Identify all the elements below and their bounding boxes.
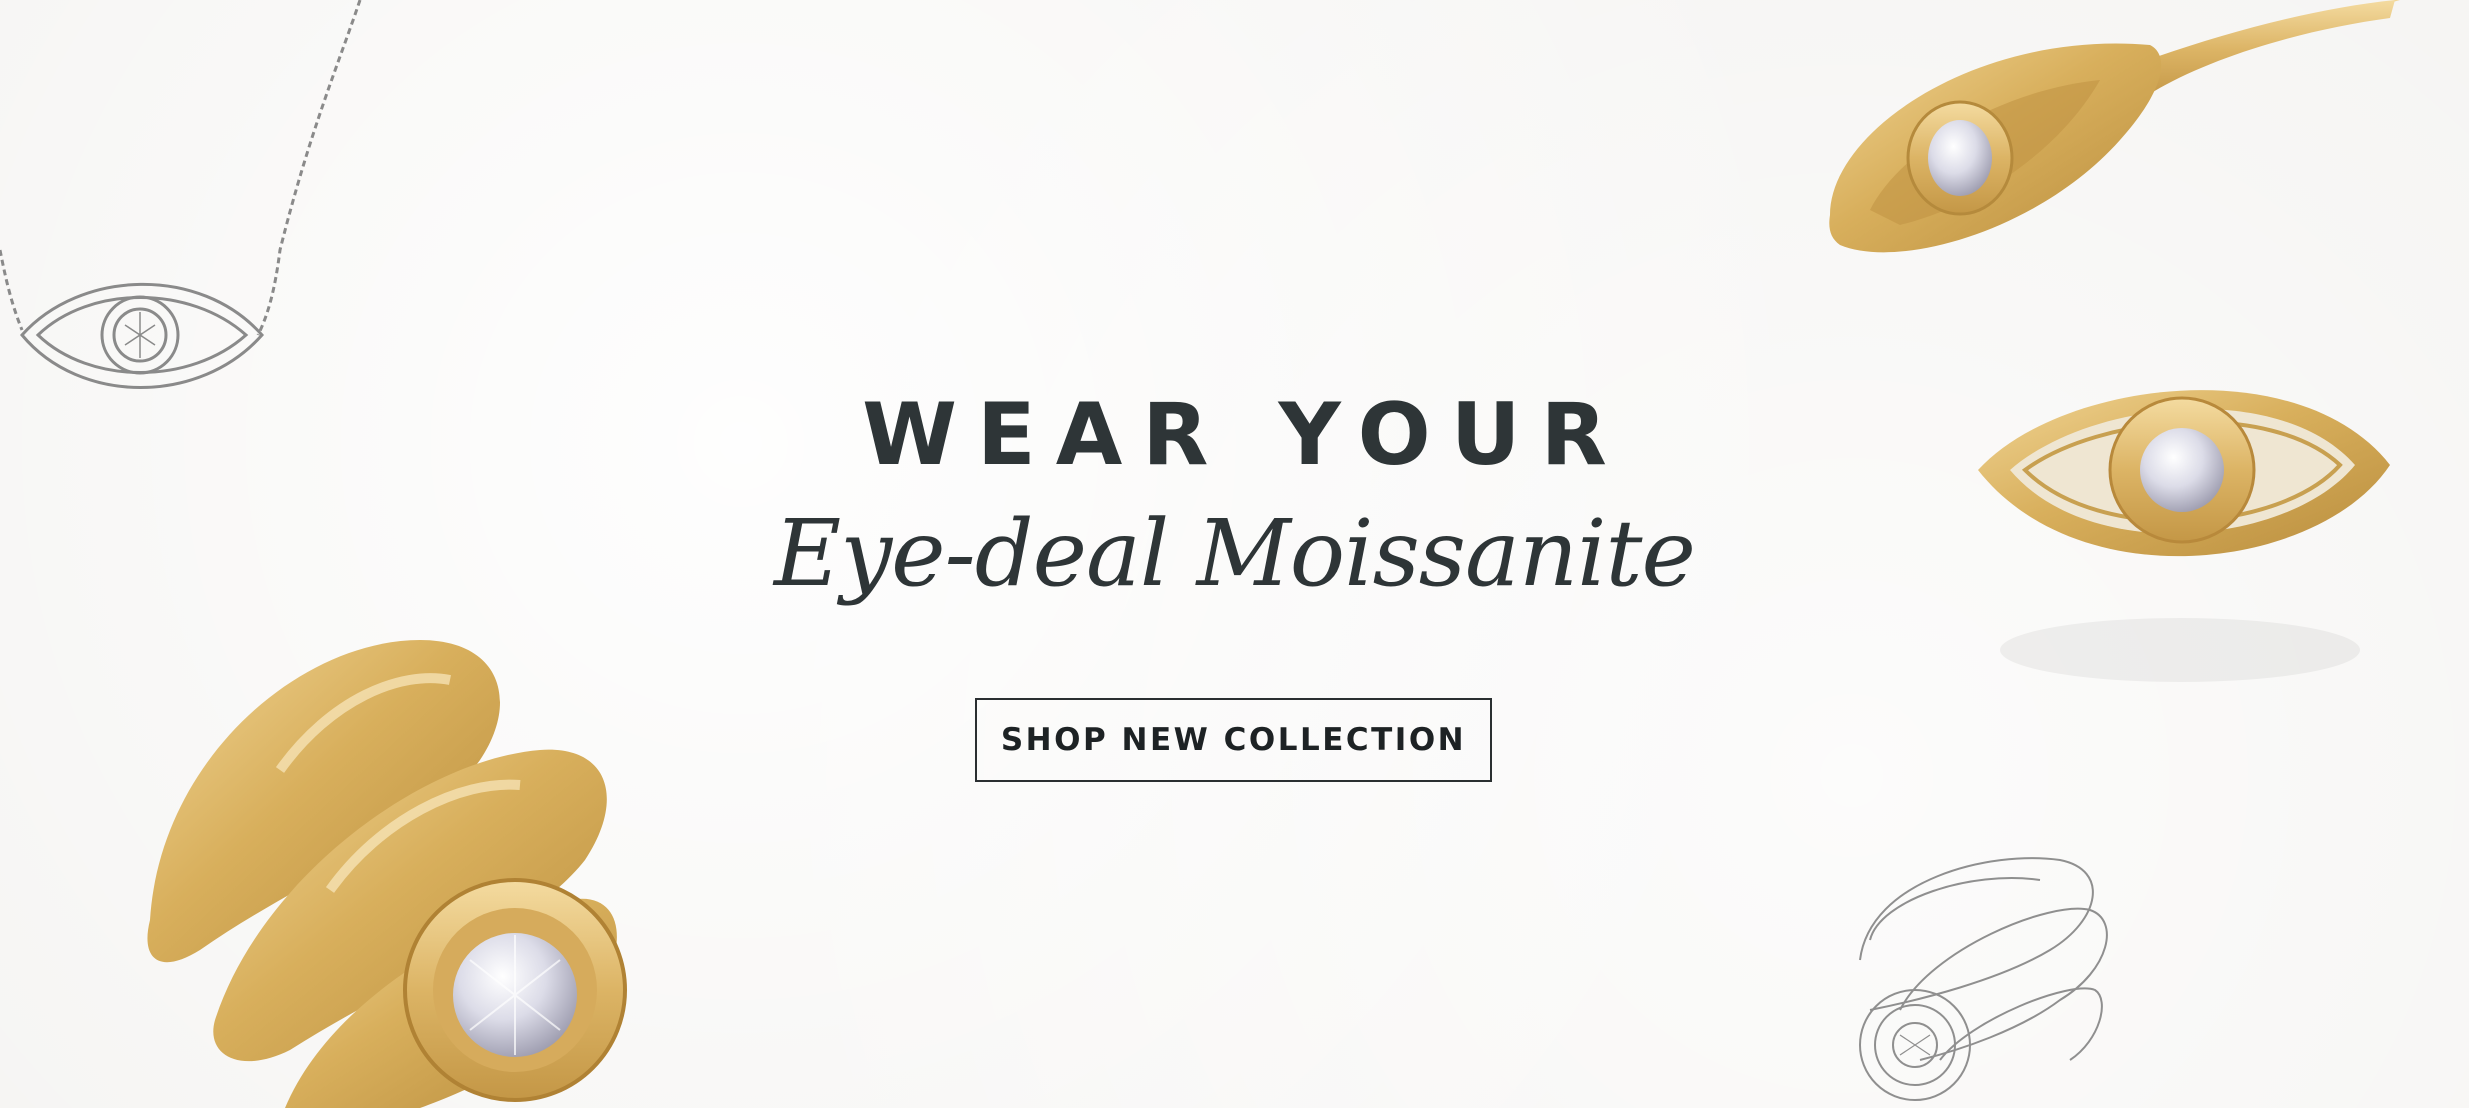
hero-banner: WEAR YOUR Eye-deal Moissanite SHOP NEW C… — [0, 0, 2469, 1108]
shop-new-collection-button[interactable]: SHOP NEW COLLECTION — [975, 698, 1492, 782]
hero-subheadline: Eye-deal Moissanite — [774, 500, 1696, 607]
hero-headline: WEAR YOUR — [862, 385, 1627, 485]
